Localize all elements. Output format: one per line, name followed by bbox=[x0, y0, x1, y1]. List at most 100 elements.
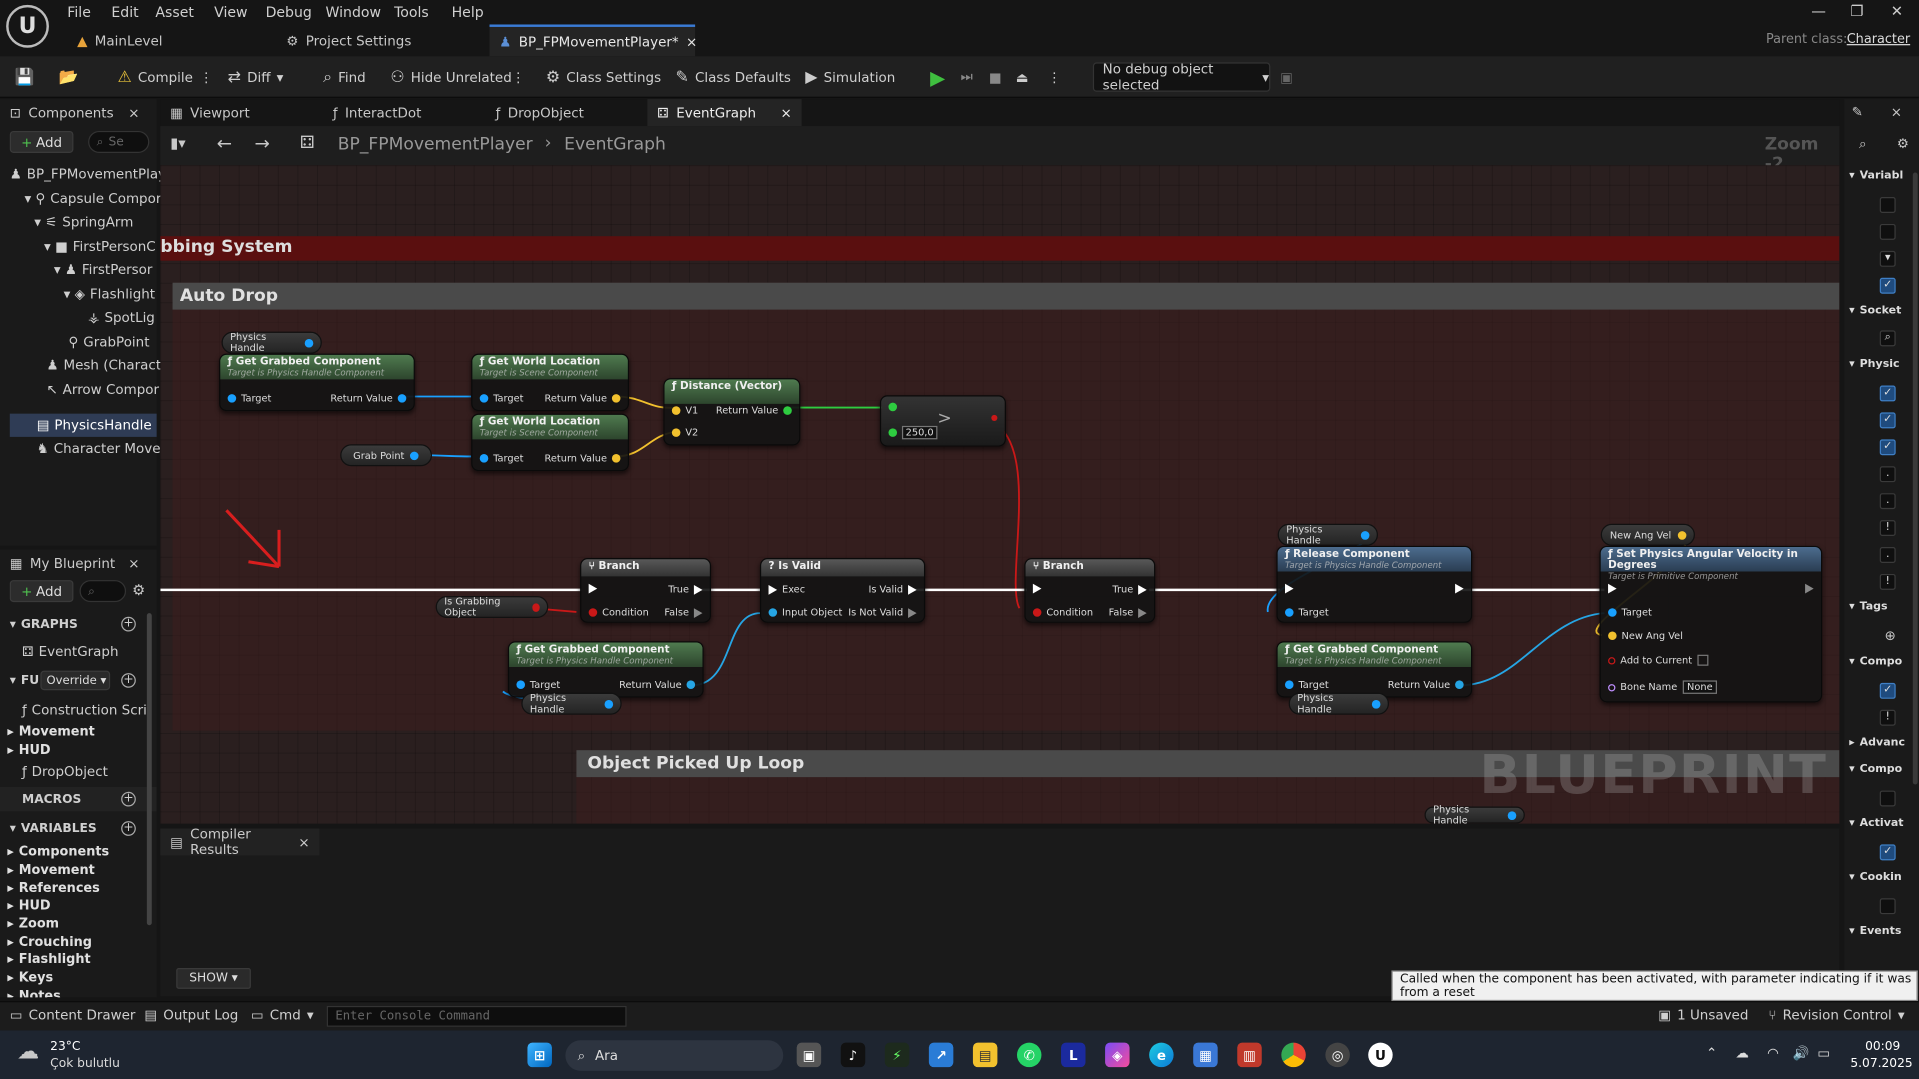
tree-item-physicshandle[interactable]: ▤ PhysicsHandle bbox=[9, 413, 157, 437]
return-pin[interactable]: Return Value bbox=[330, 393, 407, 404]
node-is-valid[interactable]: ? Is Valid Exec Is Valid Input Object Is… bbox=[759, 558, 926, 623]
tree-item-arrow[interactable]: ↖ Arrow Compor bbox=[47, 378, 160, 401]
output-pin[interactable] bbox=[1372, 699, 1381, 708]
exec-out-pin[interactable] bbox=[1455, 583, 1464, 594]
back-arrow-icon[interactable]: ← bbox=[217, 132, 232, 154]
return-pin[interactable]: Return Value bbox=[1388, 679, 1464, 690]
output-pin[interactable] bbox=[532, 602, 540, 612]
output-pin[interactable] bbox=[1361, 530, 1370, 540]
exec-in-pin[interactable] bbox=[588, 583, 598, 594]
is-valid-pin[interactable]: Is Valid bbox=[868, 584, 917, 595]
edge-icon[interactable]: e bbox=[1149, 1042, 1174, 1068]
browse-icon[interactable]: ⌕ bbox=[1879, 330, 1896, 347]
checkbox[interactable] bbox=[1879, 223, 1896, 240]
var-category[interactable]: ▸ Keys bbox=[7, 970, 53, 985]
number-field[interactable]: ! bbox=[1879, 520, 1896, 537]
my-blueprint-tab[interactable]: ▦ My Blueprint × bbox=[0, 549, 157, 576]
breadcrumb-graph[interactable]: EventGraph bbox=[564, 135, 666, 155]
var-category[interactable]: ▸ HUD bbox=[7, 898, 50, 913]
menu-edit[interactable]: Edit bbox=[111, 4, 138, 21]
console-input[interactable]: Enter Console Command bbox=[326, 1005, 627, 1027]
tab-dropobject[interactable]: ƒ DropObject bbox=[486, 99, 639, 126]
output-pin[interactable] bbox=[410, 450, 420, 460]
checkbox[interactable] bbox=[1879, 898, 1896, 915]
clock-time[interactable]: 00:09 bbox=[1865, 1040, 1900, 1053]
function-dropobject[interactable]: ƒ DropObject bbox=[22, 760, 108, 783]
components-tab[interactable]: ⊡ Components × bbox=[0, 99, 157, 126]
variables-section[interactable]: ▾ VARIABLES bbox=[10, 817, 97, 839]
tab-eventgraph[interactable]: ⚃ EventGraph × bbox=[647, 99, 802, 127]
node-distance-vector[interactable]: ƒ Distance (Vector) V1 V2 Return Value bbox=[663, 378, 801, 446]
minimize-icon[interactable]: — bbox=[1811, 2, 1826, 19]
exec-in-pin[interactable] bbox=[1284, 583, 1294, 594]
section-component-2[interactable]: ▾ Compo bbox=[1849, 764, 1918, 776]
component-search-input[interactable]: ⌕ Se bbox=[88, 130, 150, 153]
add-to-current-pin[interactable]: Add to Current bbox=[1608, 654, 1709, 666]
tree-item-spotlight[interactable]: ⚶ SpotLig bbox=[88, 306, 155, 329]
add-graph-icon[interactable]: + bbox=[121, 616, 136, 632]
var-category[interactable]: ▸ Zoom bbox=[7, 917, 59, 932]
class-settings-button[interactable]: ⚙ Class Settings bbox=[546, 64, 661, 91]
true-pin[interactable]: True bbox=[1112, 584, 1147, 595]
var-physics-handle[interactable]: Physics Handle bbox=[1424, 804, 1525, 824]
close-icon[interactable]: × bbox=[298, 834, 309, 850]
task-view-icon[interactable]: ▣ bbox=[796, 1042, 822, 1068]
target-pin[interactable]: Target bbox=[479, 453, 523, 464]
bookmark-icon[interactable]: ▮▾ bbox=[170, 135, 185, 152]
eject-icon[interactable]: ⏏ bbox=[1016, 64, 1029, 91]
exec-in-pin[interactable]: Exec bbox=[768, 584, 805, 595]
tree-item-capsule[interactable]: ▾ ⚲ Capsule Compor bbox=[24, 187, 161, 210]
v2-pin[interactable]: V2 bbox=[671, 427, 698, 438]
var-category[interactable]: ▸ Notes bbox=[7, 989, 60, 998]
node-get-grabbed-component[interactable]: ƒ Get Grabbed Component Target is Physics… bbox=[219, 353, 415, 412]
file-explorer-icon[interactable]: ▤ bbox=[972, 1042, 998, 1068]
bone-name-input[interactable]: None bbox=[1682, 680, 1718, 694]
copilot-icon[interactable]: ◈ bbox=[1105, 1042, 1130, 1068]
tab-blueprint[interactable]: ♟ BP_FPMovementPlayer* × bbox=[489, 24, 697, 57]
parent-class-link[interactable]: Character bbox=[1847, 32, 1910, 47]
checkbox-checked[interactable]: ✓ bbox=[1879, 844, 1896, 861]
functions-section[interactable]: ▾ FU bbox=[10, 669, 39, 691]
number-field[interactable]: . bbox=[1879, 547, 1896, 563]
find-button[interactable]: ⌕ Find bbox=[323, 64, 366, 91]
cmd-dropdown[interactable]: ▭ Cmd ▾ bbox=[251, 1007, 314, 1023]
taskbar-search[interactable]: ⌕ Ara bbox=[565, 1040, 784, 1071]
target-pin[interactable]: Target bbox=[479, 393, 523, 404]
node-greater-than[interactable]: > 250,0 bbox=[879, 395, 1006, 447]
var-category[interactable]: ▸ Flashlight bbox=[7, 952, 90, 967]
compare-value-input[interactable]: 250,0 bbox=[901, 425, 938, 440]
number-field[interactable]: . bbox=[1879, 466, 1896, 483]
play-options-icon[interactable]: ⋮ bbox=[1048, 64, 1061, 91]
node-branch[interactable]: ⑂ Branch True Condition False bbox=[1024, 558, 1156, 623]
scrollbar[interactable] bbox=[146, 613, 152, 926]
add-component-button[interactable]: + Add bbox=[9, 130, 74, 153]
b-pin[interactable]: 250,0 bbox=[888, 425, 938, 440]
node-branch[interactable]: ⑂ Branch True Condition False bbox=[580, 558, 712, 623]
chrome-icon[interactable] bbox=[1281, 1042, 1306, 1068]
section-tags[interactable]: ▾ Tags bbox=[1849, 601, 1918, 613]
step-icon[interactable]: ⏭ bbox=[961, 64, 973, 91]
compile-button[interactable]: ⚠ Compile bbox=[117, 64, 192, 91]
false-pin[interactable]: False bbox=[664, 607, 703, 618]
stop-icon[interactable]: ■ bbox=[989, 64, 1002, 91]
app-icon[interactable]: ↗ bbox=[928, 1042, 954, 1068]
return-pin[interactable]: Return Value bbox=[545, 453, 621, 464]
exec-in-pin[interactable] bbox=[1032, 583, 1042, 594]
menu-debug[interactable]: Debug bbox=[266, 4, 312, 21]
settings-icon[interactable]: ⚙ bbox=[132, 581, 145, 598]
output-log-button[interactable]: ▤ Output Log bbox=[144, 1007, 238, 1023]
close-window-icon[interactable]: ✕ bbox=[1891, 2, 1903, 19]
close-icon[interactable]: × bbox=[686, 34, 697, 50]
output-pin[interactable] bbox=[1677, 530, 1686, 540]
tree-item-charmovement[interactable]: ♞ Character Move bbox=[37, 437, 161, 460]
tab-viewport[interactable]: ▦ Viewport bbox=[160, 99, 313, 126]
var-physics-handle[interactable]: Physics Handle bbox=[221, 331, 322, 354]
add-macro-icon[interactable]: + bbox=[121, 791, 136, 807]
whatsapp-icon[interactable]: ✆ bbox=[1016, 1042, 1042, 1068]
var-physics-handle[interactable]: Physics Handle bbox=[1288, 692, 1390, 715]
restore-icon[interactable]: ❐ bbox=[1850, 2, 1863, 19]
target-pin[interactable]: Target bbox=[1608, 607, 1652, 618]
section-advanced[interactable]: ▸ Advanc bbox=[1849, 737, 1918, 749]
node-set-physics-angular-velocity[interactable]: ƒ Set Physics Angular Velocity in Degree… bbox=[1599, 545, 1823, 703]
return-pin[interactable]: Return Value bbox=[716, 405, 792, 416]
